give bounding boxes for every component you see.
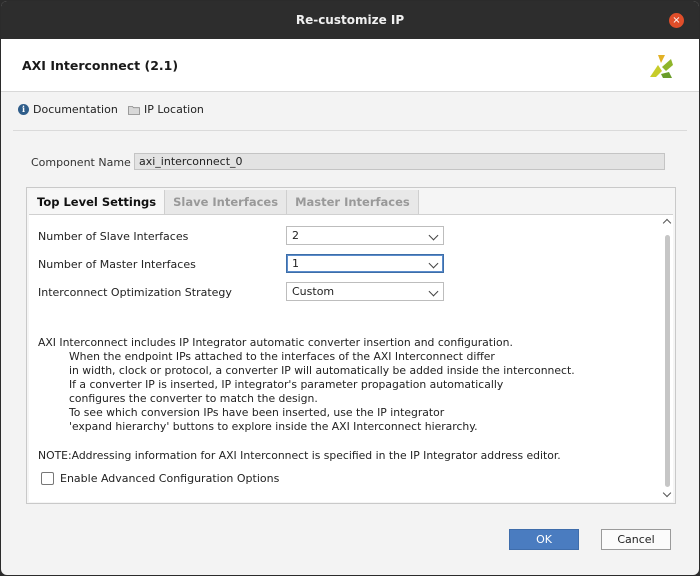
description-line: configures the converter to match the de… <box>69 392 318 405</box>
advanced-config-option[interactable]: Enable Advanced Configuration Options <box>41 472 279 485</box>
tab-slave-interfaces[interactable]: Slave Interfaces <box>165 190 288 214</box>
strategy-label: Interconnect Optimization Strategy <box>38 286 232 299</box>
vertical-scrollbar[interactable] <box>662 215 673 502</box>
slave-count-label: Number of Slave Interfaces <box>38 230 189 243</box>
info-icon: i <box>18 104 29 115</box>
slave-count-select[interactable]: 2 <box>286 226 444 245</box>
chevron-down-icon[interactable] <box>662 488 672 498</box>
recustomize-ip-dialog: Re-customize IP × AXI Interconnect (2.1)… <box>1 1 699 575</box>
scrollbar-thumb[interactable] <box>665 235 670 487</box>
top-level-settings-body: Number of Slave Interfaces 2 Number of M… <box>29 214 673 502</box>
link-bar: i Documentation IP Location <box>1 99 699 121</box>
description-text: AXI Interconnect includes IP Integrator … <box>38 336 598 434</box>
documentation-link[interactable]: i Documentation <box>18 103 118 116</box>
address-note: NOTE:Addressing information for AXI Inte… <box>38 449 561 462</box>
chevron-down-icon <box>428 230 439 241</box>
strategy-select[interactable]: Custom <box>286 282 444 301</box>
tab-master-interfaces[interactable]: Master Interfaces <box>287 190 419 214</box>
folder-icon <box>128 105 140 115</box>
tab-top-level-settings[interactable]: Top Level Settings <box>29 190 166 214</box>
master-count-value: 1 <box>292 257 299 270</box>
window-title: Re-customize IP <box>295 13 405 27</box>
advanced-config-checkbox[interactable] <box>41 472 54 485</box>
title-bar[interactable]: Re-customize IP × <box>1 1 699 39</box>
xilinx-logo-icon <box>647 53 675 82</box>
description-line: 'expand hierarchy' buttons to explore in… <box>69 420 478 433</box>
ok-button[interactable]: OK <box>509 529 579 550</box>
tab-strip: Top Level Settings Slave Interfaces Mast… <box>29 190 419 214</box>
ip-location-label: IP Location <box>144 103 204 116</box>
master-count-select[interactable]: 1 <box>286 254 444 273</box>
chevron-down-icon <box>428 286 439 297</box>
settings-panel: Top Level Settings Slave Interfaces Mast… <box>26 187 676 504</box>
close-icon[interactable]: × <box>669 13 684 28</box>
component-name-label: Component Name <box>31 156 131 169</box>
master-count-label: Number of Master Interfaces <box>38 258 196 271</box>
chevron-down-icon <box>428 258 439 269</box>
description-line: in width, clock or protocol, a converter… <box>69 364 575 377</box>
strategy-value: Custom <box>292 285 335 298</box>
slave-count-value: 2 <box>292 229 299 242</box>
cancel-button[interactable]: Cancel <box>601 529 671 550</box>
description-line: When the endpoint IPs attached to the in… <box>69 350 495 363</box>
chevron-up-icon[interactable] <box>662 218 672 228</box>
component-name-input[interactable] <box>134 153 665 170</box>
divider <box>13 130 687 131</box>
advanced-config-label: Enable Advanced Configuration Options <box>60 472 280 485</box>
ip-header: AXI Interconnect (2.1) <box>1 39 699 92</box>
description-line: AXI Interconnect includes IP Integrator … <box>38 336 513 349</box>
description-line: To see which conversion IPs have been in… <box>69 406 445 419</box>
ip-location-link[interactable]: IP Location <box>128 103 204 116</box>
ip-title: AXI Interconnect (2.1) <box>22 58 179 73</box>
documentation-label: Documentation <box>33 103 118 116</box>
description-line: If a converter IP is inserted, IP integr… <box>69 378 504 391</box>
